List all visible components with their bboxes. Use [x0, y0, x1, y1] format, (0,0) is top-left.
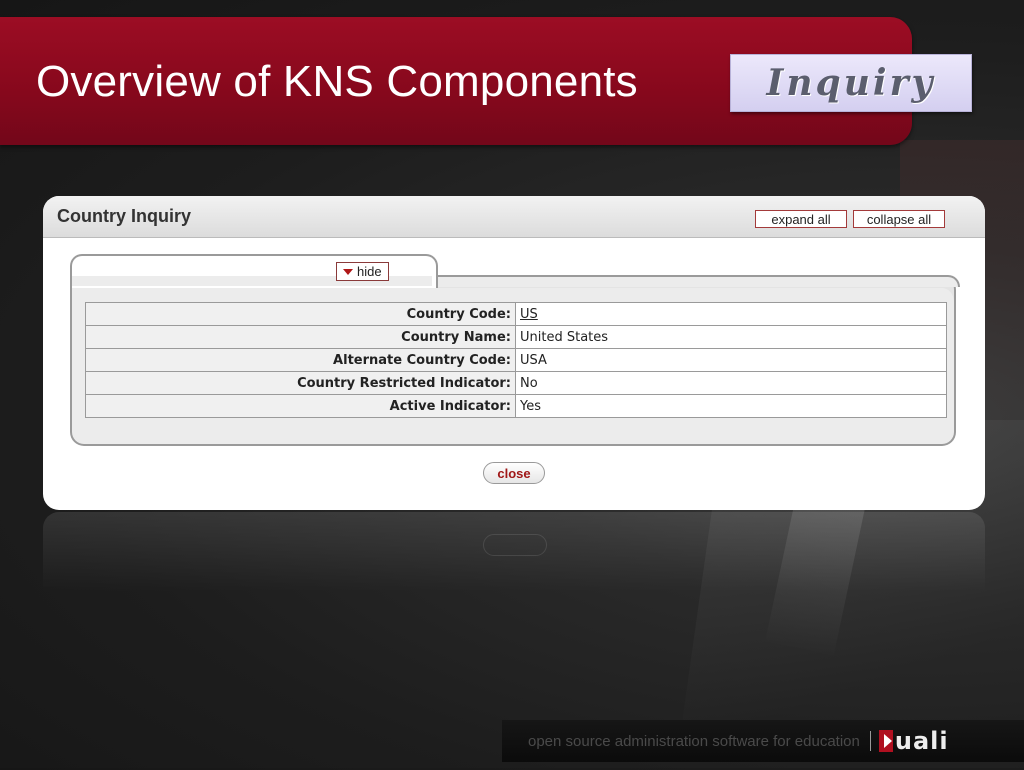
table-row: Active Indicator: Yes	[85, 394, 947, 418]
field-value: Yes	[515, 394, 947, 418]
kuali-k-icon	[878, 730, 893, 752]
panel-header: Country Inquiry expand all collapse all	[43, 196, 985, 238]
field-value: United States	[515, 325, 947, 349]
field-label: Active Indicator:	[85, 394, 516, 418]
kuali-logo: uali	[878, 727, 949, 755]
field-value: US	[515, 302, 947, 326]
slide-title: Overview of KNS Components	[36, 57, 638, 106]
panel-title: Country Inquiry	[57, 206, 191, 226]
section-border	[434, 275, 960, 287]
field-label: Country Name:	[85, 325, 516, 349]
country-inquiry-panel: Country Inquiry expand all collapse all …	[43, 196, 985, 510]
triangle-down-icon	[343, 268, 353, 275]
hide-button-label: hide	[357, 264, 382, 279]
inquiry-badge: Inquiry	[730, 54, 972, 112]
field-label: Country Code:	[85, 302, 516, 326]
footer-bar: open source administration software for …	[502, 720, 1024, 762]
field-value: No	[515, 371, 947, 395]
close-button-reflection	[483, 534, 547, 556]
table-row: Country Code: US	[85, 302, 947, 326]
field-value: USA	[515, 348, 947, 372]
country-code-link[interactable]: US	[520, 307, 538, 322]
table-row: Country Name: United States	[85, 325, 947, 349]
table-row: Country Restricted Indicator: No	[85, 371, 947, 395]
inquiry-table: Country Code: US Country Name: United St…	[85, 302, 947, 418]
footer-tagline: open source administration software for …	[528, 732, 860, 750]
close-button[interactable]: close	[483, 462, 545, 484]
kuali-logo-text: uali	[894, 727, 949, 755]
badge-label: Inquiry	[766, 62, 936, 104]
expand-all-button[interactable]: expand all	[755, 210, 847, 228]
hide-button[interactable]: hide	[336, 262, 389, 281]
footer-divider	[869, 731, 871, 751]
collapse-all-button[interactable]: collapse all	[853, 210, 945, 228]
field-label: Country Restricted Indicator:	[85, 371, 516, 395]
field-label: Alternate Country Code:	[85, 348, 516, 372]
table-row: Alternate Country Code: USA	[85, 348, 947, 372]
